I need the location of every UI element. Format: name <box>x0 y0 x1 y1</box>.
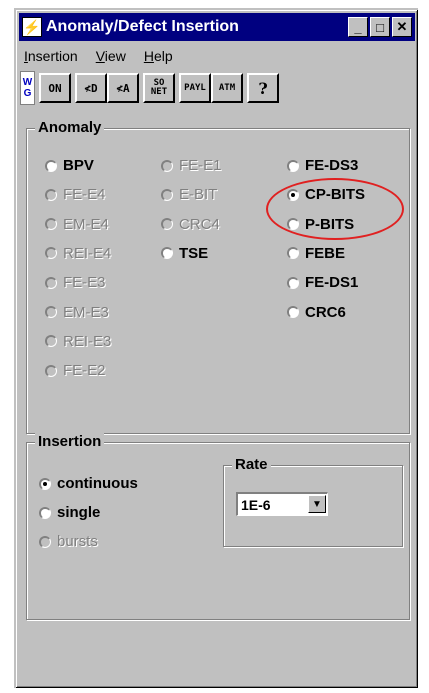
window-title: Anomaly/Defect Insertion <box>46 18 239 35</box>
close-button[interactable]: ✕ <box>392 17 412 37</box>
radio-rei-e3: REI-E3 <box>45 333 111 350</box>
radio-fe-e4: FE-E4 <box>45 186 106 203</box>
maximize-button[interactable]: □ <box>370 17 390 37</box>
menu-help[interactable]: Help <box>140 48 173 64</box>
title-bar[interactable]: ⚡ Anomaly/Defect Insertion _ □ ✕ <box>19 13 415 41</box>
rate-legend: Rate <box>232 456 271 473</box>
radio-indicator <box>45 247 57 260</box>
radio-indicator[interactable] <box>287 218 299 231</box>
on-button[interactable]: ON <box>39 73 71 103</box>
radio-fe-e3: FE-E3 <box>45 274 106 291</box>
defect-d-button[interactable]: ≮D <box>75 73 107 103</box>
anomaly-group: Anomaly BPV FE-E4 EM-E4 REI-E4 FE-E3 EM-E3 REI… <box>26 119 410 434</box>
radio-label: REI-E3 <box>63 332 112 350</box>
radio-indicator <box>45 364 57 377</box>
radio-fe-e2: FE-E2 <box>45 362 106 379</box>
radio-label: EM-E3 <box>63 303 109 321</box>
radio-label: single <box>57 504 101 521</box>
radio-label: E-BIT <box>179 186 218 204</box>
radio-em-e3: EM-E3 <box>45 304 109 321</box>
radio-indicator[interactable] <box>161 247 173 260</box>
radio-label: FE-E4 <box>63 186 106 204</box>
anomaly-legend: Anomaly <box>35 119 105 136</box>
insertion-group: Insertion Rate 1E-6 ▼ continuous single bu… <box>26 433 410 620</box>
radio-rei-e4: REI-E4 <box>45 245 111 262</box>
payl-button[interactable]: PAYL <box>179 73 211 103</box>
radio-indicator[interactable] <box>287 159 299 172</box>
menu-bar: Insertion View Help <box>20 44 187 68</box>
radio-febe[interactable]: FEBE <box>287 245 345 262</box>
radio-indicator[interactable] <box>287 188 299 201</box>
help-icon: ? <box>258 78 268 98</box>
radio-indicator <box>161 159 173 172</box>
radio-label: FE-DS1 <box>305 274 359 292</box>
radio-indicator <box>161 218 173 231</box>
menu-insertion[interactable]: Insertion <box>20 48 78 64</box>
sonet-bottom-label: NET <box>150 87 168 97</box>
app-icon[interactable]: ⚡ <box>22 17 42 37</box>
radio-indicator[interactable] <box>39 477 51 490</box>
defect-a-button[interactable]: ≮A <box>107 73 139 103</box>
radio-fe-ds3[interactable]: FE-DS3 <box>287 157 358 174</box>
radio-e-bit: E-BIT <box>161 186 217 203</box>
chevron-down-icon[interactable]: ▼ <box>308 495 326 513</box>
radio-indicator[interactable] <box>287 306 299 318</box>
radio-indicator <box>45 335 57 348</box>
rate-select[interactable]: 1E-6 ▼ <box>236 492 328 516</box>
radio-indicator[interactable] <box>45 159 57 172</box>
minimize-button[interactable]: _ <box>348 17 368 37</box>
radio-p-bits[interactable]: P-BITS <box>287 216 354 233</box>
toolbar: WG ON ≮D ≮A SO NET PAYL ATM ? <box>20 70 414 106</box>
radio-label: FE-E3 <box>63 274 106 292</box>
radio-tse[interactable]: TSE <box>161 245 208 262</box>
radio-crc6[interactable]: CRC6 <box>287 304 346 321</box>
radio-label: FE-E1 <box>179 157 222 174</box>
radio-indicator[interactable] <box>287 276 299 289</box>
radio-bpv[interactable]: BPV <box>45 157 94 174</box>
radio-fe-e1: FE-E1 <box>161 157 222 174</box>
radio-indicator <box>39 535 51 548</box>
radio-indicator[interactable] <box>287 247 299 260</box>
radio-label: FE-E2 <box>63 362 106 380</box>
radio-label: CRC4 <box>179 215 220 233</box>
radio-label: bursts <box>57 533 98 550</box>
radio-single[interactable]: single <box>39 504 100 521</box>
menu-view[interactable]: View <box>92 48 126 64</box>
radio-label: BPV <box>63 157 94 174</box>
radio-label: REI-E4 <box>63 244 112 262</box>
help-button[interactable]: ? <box>247 73 279 103</box>
radio-label: CP-BITS <box>305 186 365 204</box>
rate-group: Rate 1E-6 ▼ <box>223 456 403 547</box>
radio-crc4: CRC4 <box>161 216 220 233</box>
radio-indicator[interactable] <box>39 506 51 519</box>
radio-indicator <box>45 218 57 231</box>
atm-button[interactable]: ATM <box>211 73 243 103</box>
radio-label: EM-E4 <box>63 215 109 233</box>
sonet-button[interactable]: SO NET <box>143 73 175 103</box>
radio-cp-bits[interactable]: CP-BITS <box>287 186 365 203</box>
radio-indicator <box>45 306 57 318</box>
radio-em-e4: EM-E4 <box>45 216 109 233</box>
radio-label: FEBE <box>305 244 346 262</box>
insertion-legend: Insertion <box>35 433 105 450</box>
radio-bursts: bursts <box>39 533 98 550</box>
insertion-window: ⚡ Anomaly/Defect Insertion _ □ ✕ Inserti… <box>14 8 418 688</box>
logo-icon: WG <box>20 71 35 105</box>
rate-value: 1E-6 <box>241 496 271 513</box>
radio-indicator <box>161 188 173 201</box>
radio-label: P-BITS <box>305 215 355 233</box>
radio-label: FE-DS3 <box>305 157 359 174</box>
radio-indicator <box>45 188 57 201</box>
radio-label: CRC6 <box>305 303 346 321</box>
radio-fe-ds1[interactable]: FE-DS1 <box>287 274 358 291</box>
radio-continuous[interactable]: continuous <box>39 475 138 492</box>
radio-indicator <box>45 276 57 289</box>
radio-label: continuous <box>57 475 138 492</box>
radio-label: TSE <box>179 244 209 262</box>
